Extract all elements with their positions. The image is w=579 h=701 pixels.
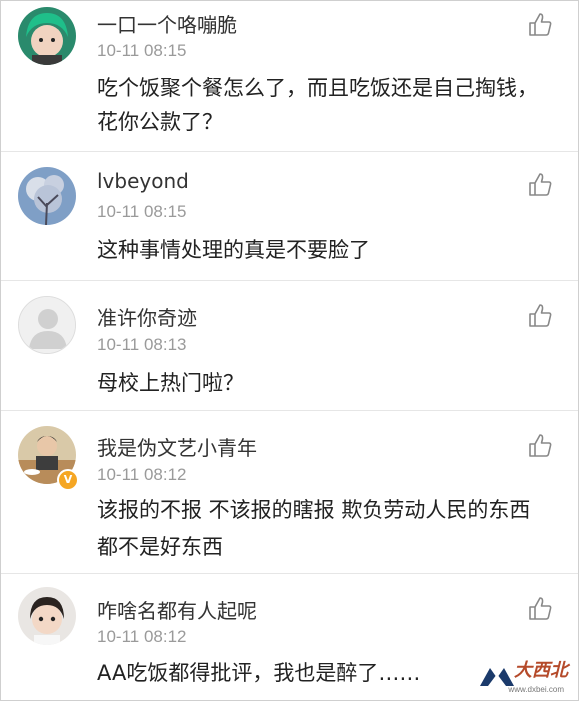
comment-timestamp: 10-11 08:13 [97,335,187,354]
user-avatar[interactable] [18,296,76,354]
avatar-child-image [18,587,76,645]
thumbs-up-icon[interactable] [526,171,554,199]
verified-badge: V [57,469,79,491]
comment-username[interactable]: 咋啥名都有人起呢 [97,595,257,624]
comment-text: 母校上热门啦？ [97,371,244,395]
comment-timestamp: 10-11 08:15 [97,41,187,60]
thumbs-up-icon[interactable] [526,302,554,330]
watermark: 大西北 www.dxbei.com [476,660,572,696]
watermark-text: 大西北 [514,660,568,681]
thumbs-up-icon[interactable] [526,432,554,460]
user-avatar[interactable] [18,7,76,65]
comment-text: 该报的不报 不该报的瞎报 欺负劳动人民的东西都不是好东西 [97,498,531,559]
comment-timestamp: 10-11 08:15 [97,202,187,221]
comment-text: 吃个饭聚个餐怎么了，而且吃饭还是自己掏钱，花你公款了？ [97,76,538,134]
avatar-default-image [19,297,75,353]
comment-item: V 我是伪文艺小青年 10-11 08:12 该报的不报 不该报的瞎报 欺负劳动… [1,410,578,574]
comment-item: lvbeyond 10-11 08:15 这种事情处理的真是不要脸了 [1,151,578,281]
comment-item: 一口一个咯嘣脆 10-11 08:15 吃个饭聚个餐怎么了，而且吃饭还是自己掏钱… [1,1,578,152]
comment-username[interactable]: 我是伪文艺小青年 [97,432,257,461]
user-avatar[interactable] [18,587,76,645]
avatar-blossom-tree-image [18,167,76,225]
watermark-url: www.dxbei.com [508,685,564,694]
comment-username[interactable]: 准许你奇迹 [97,302,197,331]
comment-timestamp: 10-11 08:12 [97,627,187,646]
thumbs-up-icon[interactable] [526,595,554,623]
comment-list: 一口一个咯嘣脆 10-11 08:15 吃个饭聚个餐怎么了，而且吃饭还是自己掏钱… [0,0,579,701]
user-avatar[interactable] [18,167,76,225]
comment-username[interactable]: lvbeyond [97,169,189,193]
comment-timestamp: 10-11 08:12 [97,465,187,484]
comment-item: 准许你奇迹 10-11 08:13 母校上热门啦？ [1,280,578,411]
comment-text: 这种事情处理的真是不要脸了 [97,238,370,262]
avatar-green-hair-image [18,7,76,65]
thumbs-up-icon[interactable] [526,11,554,39]
comment-username[interactable]: 一口一个咯嘣脆 [97,9,237,38]
